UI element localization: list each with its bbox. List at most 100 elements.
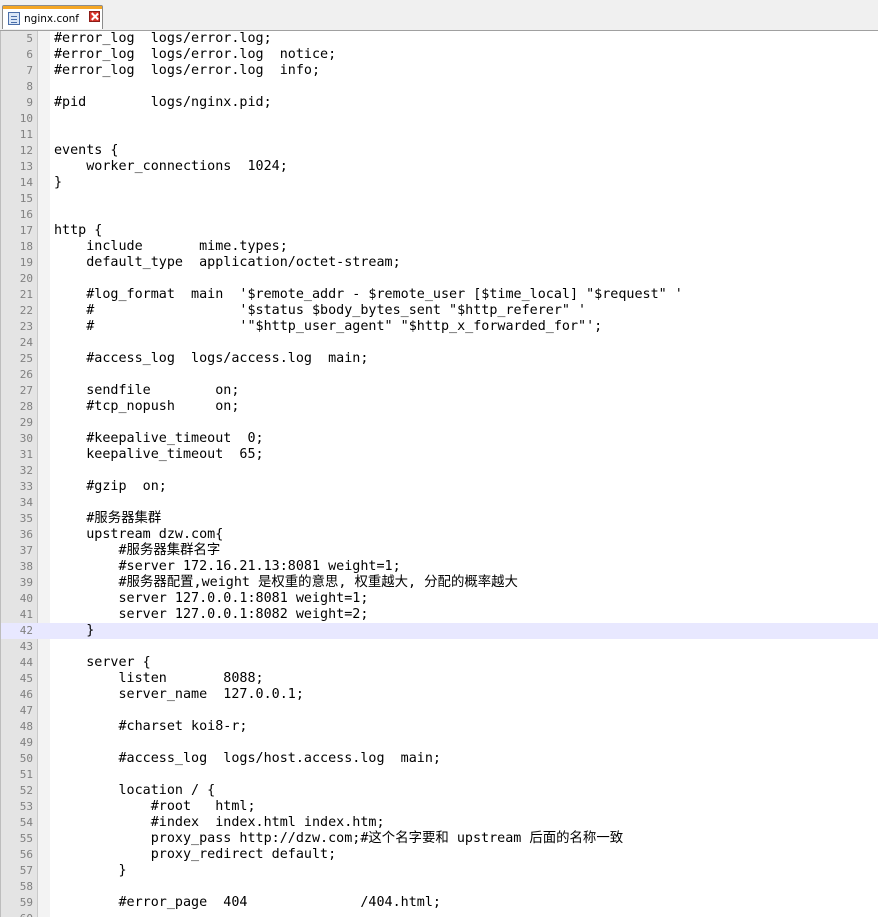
code-line[interactable]: 20: [1, 271, 878, 287]
code-line[interactable]: 16: [1, 207, 878, 223]
code-line[interactable]: 50 #access_log logs/host.access.log main…: [1, 751, 878, 767]
code-line[interactable]: 14}: [1, 175, 878, 191]
line-text: server 127.0.0.1:8081 weight=1;: [54, 591, 369, 606]
code-line[interactable]: 51: [1, 767, 878, 783]
line-number: 44: [19, 656, 33, 669]
code-line[interactable]: 38 #server 172.16.21.13:8081 weight=1;: [1, 559, 878, 575]
code-line[interactable]: 17 http {: [1, 223, 878, 239]
line-number: 52: [19, 784, 33, 797]
code-line[interactable]: 45 listen 8088;: [1, 671, 878, 687]
code-line[interactable]: 34: [1, 495, 878, 511]
code-line[interactable]: 35 #服务器集群: [1, 511, 878, 527]
line-number: 25: [19, 352, 33, 365]
line-text: #root html;: [54, 799, 256, 814]
tab-label: nginx.conf: [24, 13, 79, 25]
code-line[interactable]: 53 #root html;: [1, 799, 878, 815]
code-line[interactable]: 30 #keepalive_timeout 0;: [1, 431, 878, 447]
line-number: 13: [19, 160, 33, 173]
line-number: 7: [26, 64, 33, 77]
code-editor[interactable]: 5 #error_log logs/error.log; 6 #error_log l…: [0, 31, 878, 917]
code-line[interactable]: 12 events {: [1, 143, 878, 159]
code-line[interactable]: 37 #服务器集群名字: [1, 543, 878, 559]
code-line[interactable]: 7 #error_log logs/error.log info;: [1, 63, 878, 79]
code-line[interactable]: 5 #error_log logs/error.log;: [1, 31, 878, 47]
line-number: 29: [19, 416, 33, 429]
code-line[interactable]: 25 #access_log logs/access.log main;: [1, 351, 878, 367]
line-number: 14: [19, 176, 33, 189]
code-line[interactable]: 21 #log_format main '$remote_addr - $rem…: [1, 287, 878, 303]
line-text: }: [54, 623, 95, 638]
line-text: }: [54, 175, 63, 190]
line-number: 46: [19, 688, 33, 701]
code-lines: 5 #error_log logs/error.log; 6 #error_log l…: [1, 31, 878, 917]
code-line[interactable]: 40 server 127.0.0.1:8081 weight=1;: [1, 591, 878, 607]
code-line[interactable]: 11: [1, 127, 878, 143]
code-line[interactable]: 44 server {: [1, 655, 878, 671]
file-icon: [8, 12, 20, 25]
tab-nginx-conf[interactable]: nginx.conf: [2, 5, 103, 29]
line-number: 19: [19, 256, 33, 269]
code-line[interactable]: 48 #charset koi8-r;: [1, 719, 878, 735]
code-line[interactable]: 18 include mime.types;: [1, 239, 878, 255]
line-number: 21: [19, 288, 33, 301]
code-line[interactable]: 9 #pid logs/nginx.pid;: [1, 95, 878, 111]
code-line[interactable]: 41 server 127.0.0.1:8082 weight=2;: [1, 607, 878, 623]
line-number: 40: [19, 592, 33, 605]
code-line[interactable]: 13 worker_connections 1024;: [1, 159, 878, 175]
code-line[interactable]: 23 # '"$http_user_agent" "$http_x_forwar…: [1, 319, 878, 335]
line-text: default_type application/octet-stream;: [54, 255, 401, 270]
line-text: #tcp_nopush on;: [54, 399, 240, 414]
line-text: server 127.0.0.1:8082 weight=2;: [54, 607, 369, 622]
code-line[interactable]: 58: [1, 879, 878, 895]
code-line[interactable]: 29: [1, 415, 878, 431]
code-line[interactable]: 15: [1, 191, 878, 207]
line-number: 22: [19, 304, 33, 317]
line-number: 27: [19, 384, 33, 397]
code-line[interactable]: 39 #服务器配置,weight 是权重的意思, 权重越大, 分配的概率越大: [1, 575, 878, 591]
line-text: #服务器集群: [54, 511, 162, 526]
line-number: 38: [19, 560, 33, 573]
code-line[interactable]: 59 #error_page 404 /404.html;: [1, 895, 878, 911]
code-line[interactable]: 32: [1, 463, 878, 479]
code-line[interactable]: 46 server_name 127.0.0.1;: [1, 687, 878, 703]
line-number: 37: [19, 544, 33, 557]
code-line[interactable]: 47: [1, 703, 878, 719]
code-line[interactable]: 33 #gzip on;: [1, 479, 878, 495]
line-number: 18: [19, 240, 33, 253]
line-text: worker_connections 1024;: [54, 159, 288, 174]
code-line[interactable]: 6 #error_log logs/error.log notice;: [1, 47, 878, 63]
line-text: #服务器集群名字: [54, 543, 221, 558]
line-text: #error_log logs/error.log;: [54, 31, 272, 46]
code-line[interactable]: 57 }: [1, 863, 878, 879]
code-line[interactable]: 49: [1, 735, 878, 751]
code-line[interactable]: 28 #tcp_nopush on;: [1, 399, 878, 415]
line-number: 16: [19, 208, 33, 221]
line-number: 26: [19, 368, 33, 381]
code-line[interactable]: 22 # '$status $body_bytes_sent "$http_re…: [1, 303, 878, 319]
code-line[interactable]: 26: [1, 367, 878, 383]
code-line[interactable]: 24: [1, 335, 878, 351]
line-number: 31: [19, 448, 33, 461]
code-line[interactable]: 27 sendfile on;: [1, 383, 878, 399]
line-text: proxy_redirect default;: [54, 847, 337, 862]
code-line[interactable]: 42 }: [1, 623, 878, 639]
code-line[interactable]: 52 location / {: [1, 783, 878, 799]
code-line[interactable]: 31 keepalive_timeout 65;: [1, 447, 878, 463]
code-line[interactable]: 56 proxy_redirect default;: [1, 847, 878, 863]
line-text: #error_page 404 /404.html;: [54, 895, 441, 910]
code-line[interactable]: 55 proxy_pass http://dzw.com;#这个名字要和 ups…: [1, 831, 878, 847]
code-line[interactable]: 54 #index index.html index.htm;: [1, 815, 878, 831]
line-number: 57: [19, 864, 33, 877]
code-line[interactable]: 60: [1, 911, 878, 917]
line-text: #gzip on;: [54, 479, 167, 494]
code-line[interactable]: 19 default_type application/octet-stream…: [1, 255, 878, 271]
line-number: 54: [19, 816, 33, 829]
line-number: 47: [19, 704, 33, 717]
code-line[interactable]: 8: [1, 79, 878, 95]
line-number: 41: [19, 608, 33, 621]
close-icon[interactable]: [89, 11, 100, 22]
editor-window: nginx.conf 5 #error_log logs/error.log; 6 #…: [0, 0, 878, 917]
code-line[interactable]: 43: [1, 639, 878, 655]
code-line[interactable]: 10: [1, 111, 878, 127]
code-line[interactable]: 36 upstream dzw.com{: [1, 527, 878, 543]
